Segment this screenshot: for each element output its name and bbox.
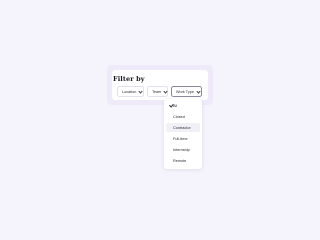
team-filter-label: Team [152, 89, 162, 94]
team-filter-button[interactable]: Team [147, 86, 168, 97]
work-type-filter-label: Work Type [176, 89, 195, 94]
menu-item-closed[interactable]: Closed [166, 112, 200, 121]
menu-item-label: Contractor [173, 125, 191, 130]
menu-item-full-time[interactable]: Full-time [166, 134, 200, 143]
menu-item-label: Closed [173, 114, 185, 119]
chevron-down-icon [163, 88, 168, 94]
menu-item-label: Internship [173, 147, 190, 152]
chevron-down-icon [138, 88, 143, 94]
menu-item-label: Remote [173, 158, 187, 163]
panel-title: Filter by [113, 75, 145, 83]
location-filter-label: Location [122, 89, 137, 94]
work-type-dropdown-menu: All Closed Contractor Full-time Internsh… [164, 99, 202, 169]
menu-item-internship[interactable]: Internship [166, 145, 200, 154]
menu-item-label: Full-time [173, 136, 188, 141]
menu-item-contractor[interactable]: Contractor [166, 123, 200, 132]
menu-item-all[interactable]: All [166, 101, 200, 110]
chevron-down-icon [195, 88, 201, 94]
location-filter-button[interactable]: Location [117, 86, 144, 97]
menu-item-remote[interactable]: Remote [166, 156, 200, 165]
work-type-filter-button[interactable]: Work Type [171, 86, 202, 97]
